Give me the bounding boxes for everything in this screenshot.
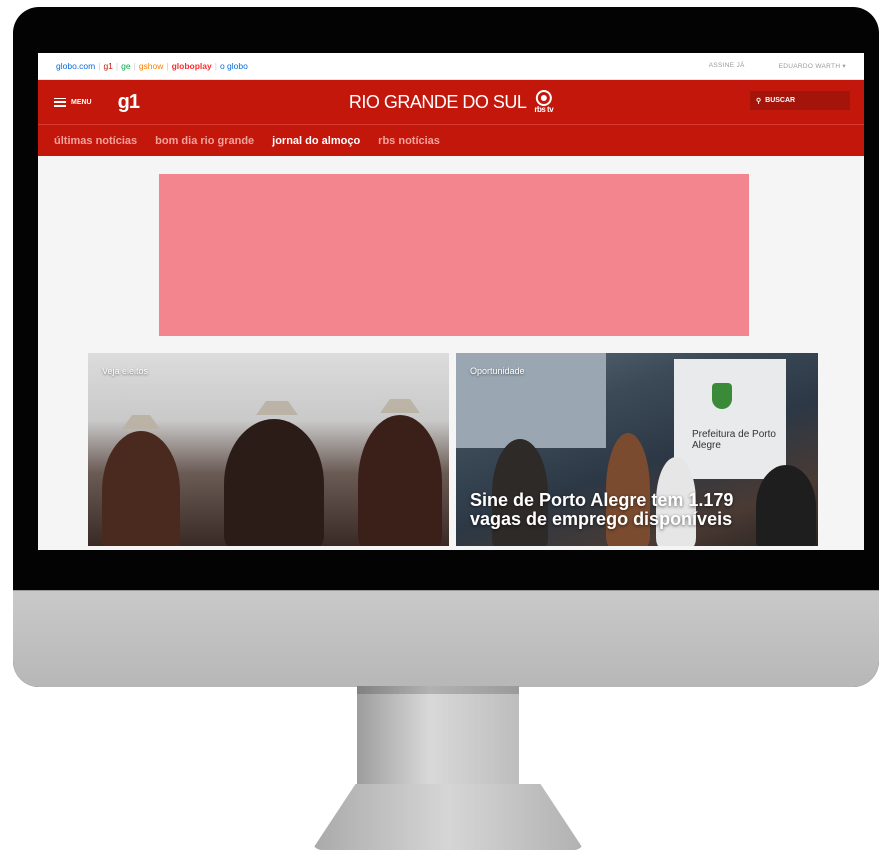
news-card-sine[interactable]: Prefeitura de Porto Alegre Oportunidade …	[456, 353, 818, 546]
separator: |	[214, 61, 217, 71]
link-globo-com[interactable]: globo.com	[56, 61, 95, 71]
browser-screen: globo.com | g1 | ge | gshow | globoplay …	[38, 53, 864, 550]
card-tag: Oportunidade	[470, 366, 525, 376]
user-menu[interactable]: EDUARDO WARTH ▾	[779, 62, 846, 70]
menu-label: MENU	[71, 98, 92, 106]
link-gshow[interactable]: gshow	[139, 61, 164, 71]
monitor-stand-base	[312, 784, 584, 850]
separator: |	[133, 61, 136, 71]
subscribe-link[interactable]: ASSINE JÁ	[709, 62, 745, 70]
crown-icon	[256, 401, 298, 415]
globo-links: globo.com | g1 | ge | gshow | globoplay …	[56, 61, 248, 71]
card-headline[interactable]: Sine de Porto Alegre tem 1.179 vagas de …	[470, 491, 770, 529]
search-button[interactable]: ⚲ BUSCAR	[750, 91, 850, 110]
region-title-area: RIO GRANDE DO SUL rbs tv	[349, 90, 554, 114]
separator: |	[166, 61, 169, 71]
g1-logo[interactable]: g1	[118, 91, 140, 114]
account-area: ASSINE JÁ EDUARDO WARTH ▾	[709, 62, 846, 70]
person-figure	[224, 419, 324, 546]
prefeitura-sign: Prefeitura de Porto Alegre	[692, 429, 776, 451]
crown-icon	[122, 415, 160, 429]
card-tag: Veja eleitos	[102, 366, 149, 376]
nav-bom-dia-rio-grande[interactable]: bom dia rio grande	[155, 135, 254, 147]
region-title[interactable]: RIO GRANDE DO SUL	[349, 92, 527, 113]
monitor-chin	[13, 590, 879, 687]
nav-jornal-do-almoco[interactable]: jornal do almoço	[272, 135, 360, 147]
person-figure	[358, 415, 442, 546]
menu-button[interactable]: MENU	[54, 97, 92, 107]
monitor-stand-shadow	[357, 686, 519, 694]
link-o-globo[interactable]: o globo	[220, 61, 248, 71]
globo-network-bar: globo.com | g1 | ge | gshow | globoplay …	[38, 53, 864, 80]
separator: |	[115, 61, 119, 71]
search-icon: ⚲	[756, 97, 762, 105]
nav-rbs-noticias[interactable]: rbs notícias	[378, 135, 440, 147]
news-card-carnival[interactable]: Veja eleitos	[88, 353, 449, 546]
hamburger-icon	[54, 97, 66, 107]
section-nav: últimas notícias bom dia rio grande jorn…	[38, 124, 864, 156]
link-globoplay[interactable]: globoplay	[172, 61, 212, 71]
background-wall	[674, 359, 786, 479]
nav-ultimas-noticias[interactable]: últimas notícias	[54, 135, 137, 147]
monitor-stand-neck	[357, 686, 519, 786]
search-label: BUSCAR	[765, 97, 796, 104]
link-ge[interactable]: ge	[121, 61, 130, 71]
crown-icon	[380, 399, 420, 413]
separator: |	[98, 61, 101, 71]
coat-of-arms-icon	[712, 383, 732, 409]
rbs-tv-label: rbs tv	[534, 105, 554, 114]
rbs-tv-logo: rbs tv	[534, 90, 554, 114]
ad-banner[interactable]	[159, 174, 749, 336]
person-figure	[102, 431, 180, 546]
link-g1[interactable]: g1	[103, 61, 112, 71]
site-header: MENU g1 RIO GRANDE DO SUL rbs tv ⚲ BUSCA…	[38, 80, 864, 124]
rbs-circle-icon	[535, 90, 552, 106]
